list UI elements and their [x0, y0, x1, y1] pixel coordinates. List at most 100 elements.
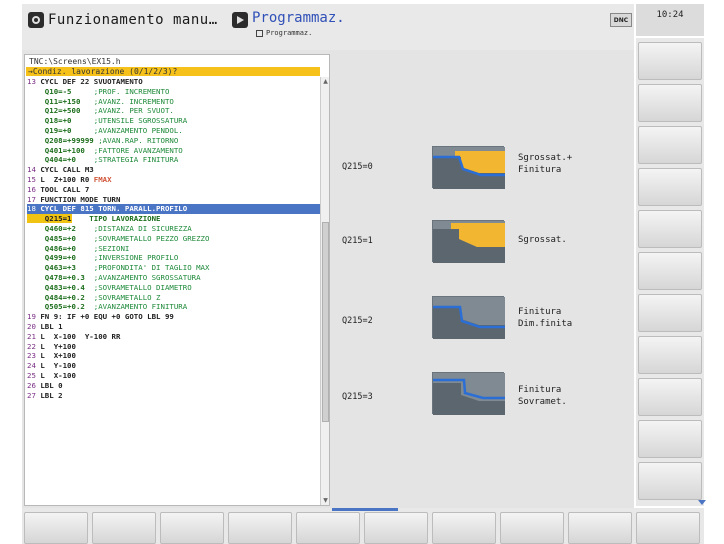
- nc-line[interactable]: 24 L Y-100: [27, 361, 321, 371]
- line-number: 20: [27, 321, 36, 331]
- nc-line[interactable]: Q483=+0.4 ;SOVRAMETALLO DIAMETRO: [27, 283, 321, 293]
- nc-line[interactable]: Q18=+0 ;UTENSILE SGROSSATURA: [27, 116, 321, 126]
- help-option-label: Q215=1: [342, 236, 373, 246]
- nc-line[interactable]: Q11=+150 ;AVANZ. INCREMENTO: [27, 97, 321, 107]
- softkey-10[interactable]: [636, 512, 700, 544]
- q-parameter: Q404=+0: [27, 155, 76, 165]
- nc-line[interactable]: 21 L X-100 Y-100 RR: [27, 332, 321, 342]
- nc-line[interactable]: Q478=+0.3 ;AVANZAMENTO SGROSSATURA: [27, 273, 321, 283]
- line-number: 27: [27, 390, 36, 400]
- q-parameter: Q19=+0: [27, 125, 72, 135]
- program-file-icon: [256, 29, 263, 37]
- parameter-comment: ;SOVRAMETALLO PEZZO GREZZO: [75, 233, 210, 243]
- clock: 10:24: [636, 4, 704, 36]
- program-editor[interactable]: TNC:\Screens\EX15.h →Condiz. lavorazione…: [24, 54, 330, 506]
- softkey-5[interactable]: [296, 512, 360, 544]
- nc-line[interactable]: Q460=+2 ;DISTANZA DI SICUREZZA: [27, 224, 321, 234]
- help-option-label: Q215=3: [342, 392, 373, 402]
- nc-statement: L Y+100: [35, 341, 76, 351]
- nc-line[interactable]: 15 L Z+100 R0 FMAX: [27, 175, 321, 185]
- side-softkey-11[interactable]: [638, 462, 702, 500]
- parameter-comment: ;PROF. INCREMENTO: [71, 86, 170, 96]
- nc-line[interactable]: 27 LBL 2: [27, 391, 321, 401]
- nc-line[interactable]: Q486=+0 ;SEZIONI: [27, 244, 321, 254]
- side-softkey-2[interactable]: [638, 84, 702, 122]
- nc-line[interactable]: 13 CYCL DEF 22 SVUOTAMENTO: [27, 77, 321, 87]
- line-number: 18: [27, 204, 36, 214]
- programming-submode: Programmaz.: [256, 29, 312, 37]
- nc-statement: TOOL CALL 7: [35, 184, 90, 194]
- softkey-7[interactable]: [432, 512, 496, 544]
- softkey-3[interactable]: [160, 512, 224, 544]
- nc-line[interactable]: Q19=+0 ;AVANZAMENTO PENDOL.: [27, 126, 321, 136]
- nc-line[interactable]: 17 FUNCTION MODE TURN: [27, 195, 321, 205]
- programming-mode-title[interactable]: Programmaz.: [252, 10, 345, 26]
- nc-line[interactable]: 26 LBL 0: [27, 381, 321, 391]
- line-number: 21: [27, 331, 36, 341]
- nc-program-lines[interactable]: 13 CYCL DEF 22 SVUOTAMENTO Q10=-5 ;PROF.…: [27, 77, 321, 400]
- softkey-1[interactable]: [24, 512, 88, 544]
- q-parameter: Q10=-5: [27, 86, 72, 96]
- nc-statement: L X+100: [35, 351, 76, 361]
- side-softkey-3[interactable]: [638, 126, 702, 164]
- machine-mode-tab[interactable]: Funzionamento manu…: [28, 12, 218, 28]
- nc-statement: L X-100 Y-100 RR: [35, 331, 121, 341]
- roughing-icon: [432, 220, 505, 263]
- side-softkey-8[interactable]: [638, 336, 702, 374]
- softkey-2[interactable]: [92, 512, 156, 544]
- programming-mode-icon[interactable]: [232, 12, 248, 28]
- editor-scrollbar[interactable]: ▲ ▼: [320, 77, 329, 505]
- scroll-up-icon[interactable]: ▲: [321, 77, 329, 86]
- q-parameter: Q499=+0: [27, 253, 76, 263]
- parameter-comment: ;AVANZAMENTO FINITURA: [84, 302, 188, 312]
- line-number: 26: [27, 380, 36, 390]
- nc-line[interactable]: 19 FN 9: IF +0 EQU +0 GOTO LBL 99: [27, 312, 321, 322]
- nc-line[interactable]: Q215=1 TIPO LAVORAZIONE: [27, 214, 321, 224]
- side-softkey-10[interactable]: [638, 420, 702, 458]
- nc-line[interactable]: 22 L Y+100: [27, 342, 321, 352]
- parameter-comment: ;SOVRAMETALLO DIAMETRO: [84, 282, 192, 292]
- parameter-comment: ;UTENSILE SGROSSATURA: [71, 116, 188, 126]
- softkey-9[interactable]: [568, 512, 632, 544]
- nc-line[interactable]: Q404=+0 ;STRATEGIA FINITURA: [27, 155, 321, 165]
- nc-line[interactable]: Q208=+99999 ;AVAN.RAP. RITORNO: [27, 136, 321, 146]
- input-prompt: →Condiz. lavorazione (0/1/2/3)?: [26, 67, 320, 76]
- dnc-status-icon: DNC: [610, 13, 632, 27]
- nc-line[interactable]: 25 L X-100: [27, 371, 321, 381]
- softkey-4[interactable]: [228, 512, 292, 544]
- scroll-thumb[interactable]: [322, 222, 329, 422]
- help-option-description: Finitura Sovramet.: [518, 385, 567, 407]
- nc-line[interactable]: Q401=+100 ;FATTORE AVANZAMENTO: [27, 146, 321, 156]
- nc-line[interactable]: Q10=-5 ;PROF. INCREMENTO: [27, 87, 321, 97]
- scroll-down-icon[interactable]: ▼: [321, 496, 329, 505]
- softkey-page-down-icon[interactable]: [698, 500, 706, 505]
- nc-statement: FN 9: IF +0 EQU +0 GOTO LBL 99: [35, 312, 174, 322]
- nc-line[interactable]: Q12=+500 ;AVANZ. PER SVUOT.: [27, 106, 321, 116]
- nc-statement: L X-100: [35, 370, 76, 380]
- nc-line[interactable]: Q463=+3 ;PROFONDITA' DI TAGLIO MAX: [27, 263, 321, 273]
- nc-line[interactable]: 20 LBL 1: [27, 322, 321, 332]
- side-softkey-7[interactable]: [638, 294, 702, 332]
- nc-line-selected[interactable]: 18 CYCL DEF 815 TORN. PARALL.PROFILO: [27, 204, 321, 215]
- softkey-8[interactable]: [500, 512, 564, 544]
- help-option-label: Q215=2: [342, 316, 373, 326]
- nc-line[interactable]: Q505=+0.2 ;AVANZAMENTO FINITURA: [27, 302, 321, 312]
- side-softkey-1[interactable]: [638, 42, 702, 80]
- q-parameter: Q485=+0: [27, 233, 76, 243]
- softkey-6[interactable]: [364, 512, 428, 544]
- nc-line[interactable]: 23 L X+100: [27, 351, 321, 361]
- side-softkey-6[interactable]: [638, 252, 702, 290]
- parameter-comment: ;AVANZAMENTO SGROSSATURA: [84, 272, 201, 282]
- side-softkey-5[interactable]: [638, 210, 702, 248]
- parameter-comment: ;INVERSIONE PROFILO: [75, 253, 179, 263]
- nc-line[interactable]: Q484=+0.2 ;SOVRAMETALLO Z: [27, 293, 321, 303]
- nc-line[interactable]: Q499=+0 ;INVERSIONE PROFILO: [27, 253, 321, 263]
- nc-line[interactable]: 14 CYCL CALL M3: [27, 165, 321, 175]
- nc-line[interactable]: Q485=+0 ;SOVRAMETALLO PEZZO GREZZO: [27, 234, 321, 244]
- side-softkey-9[interactable]: [638, 378, 702, 416]
- nc-line[interactable]: 16 TOOL CALL 7: [27, 185, 321, 195]
- nc-statement: CYCL DEF 815 TORN. PARALL.PROFILO: [35, 204, 188, 214]
- side-softkey-4[interactable]: [638, 168, 702, 206]
- line-number: 24: [27, 361, 36, 371]
- q-parameter: Q486=+0: [27, 243, 76, 253]
